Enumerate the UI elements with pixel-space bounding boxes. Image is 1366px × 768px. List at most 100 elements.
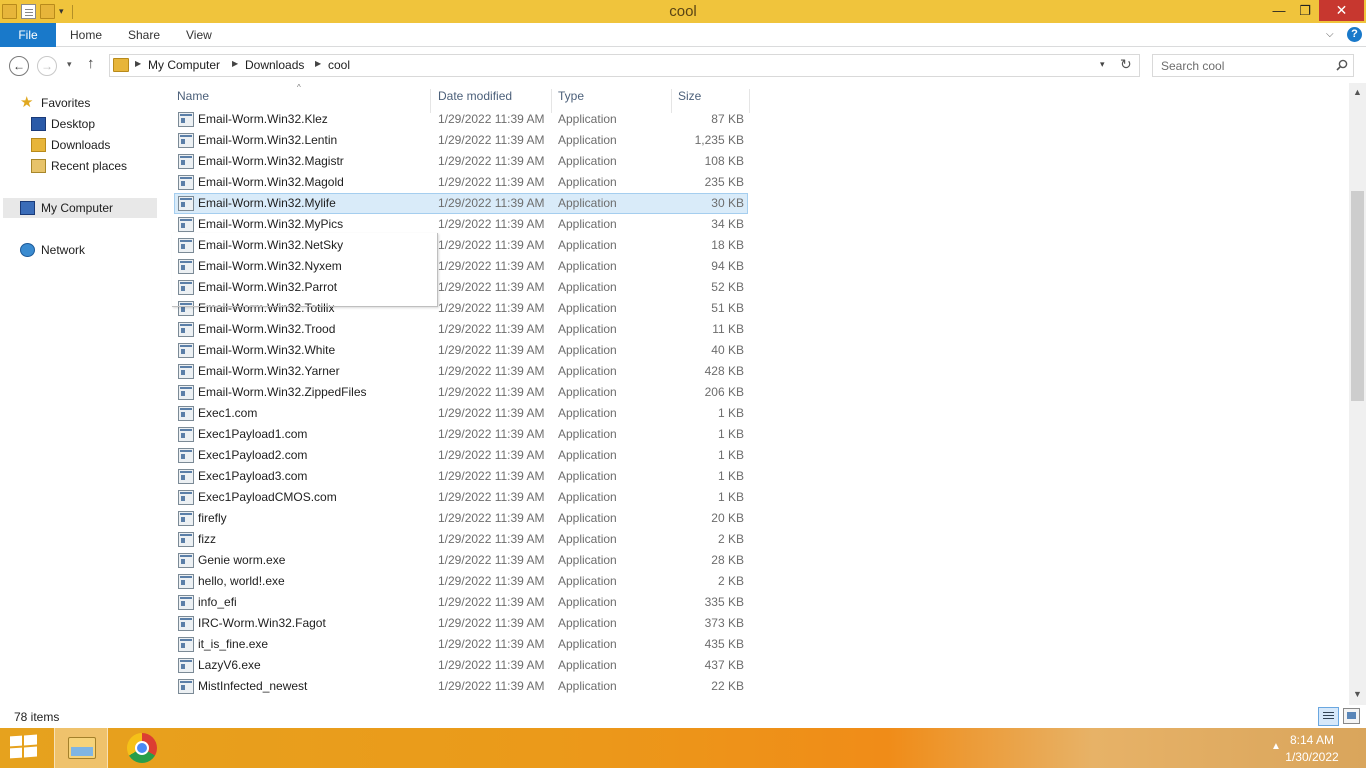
- start-button[interactable]: [10, 734, 38, 760]
- file-row[interactable]: fizz 1/29/2022 11:39 AM Application 2 KB: [160, 529, 750, 550]
- file-date-modified: 1/29/2022 11:39 AM: [438, 637, 545, 651]
- file-row[interactable]: IRC-Worm.Win32.Fagot 1/29/2022 11:39 AM Ap…: [160, 613, 750, 634]
- file-row[interactable]: hello, world!.exe 1/29/2022 11:39 AM Appli…: [160, 571, 750, 592]
- file-date-modified: 1/29/2022 11:39 AM: [438, 658, 545, 672]
- file-size: 52 KB: [711, 280, 744, 294]
- shortcut-icon: [178, 217, 194, 232]
- address-history-dropdown-icon[interactable]: ▾: [1100, 59, 1105, 70]
- scroll-down-icon[interactable]: ▼: [1349, 689, 1366, 699]
- file-row[interactable]: firefly 1/29/2022 11:39 AM Application 20 K…: [160, 508, 750, 529]
- file-date-modified: 1/29/2022 11:39 AM: [438, 154, 545, 168]
- file-row[interactable]: LazyV6.exe 1/29/2022 11:39 AM Application 4…: [160, 655, 750, 676]
- breadcrumb-my-computer[interactable]: My Computer: [148, 58, 220, 72]
- file-row[interactable]: it_is_fine.exe 1/29/2022 11:39 AM Applicat…: [160, 634, 750, 655]
- file-row[interactable]: Genie worm.exe 1/29/2022 11:39 AM Applicat…: [160, 550, 750, 571]
- breadcrumb-separator-icon[interactable]: ▶: [232, 59, 238, 68]
- file-name: Exec1Payload1.com: [198, 427, 308, 441]
- clock-date[interactable]: 1/30/2022: [1280, 750, 1344, 764]
- file-date-modified: 1/29/2022 11:39 AM: [438, 343, 545, 357]
- file-row[interactable]: Email-Worm.Win32.Nyxem 1/29/2022 11:39 AM…: [160, 256, 750, 277]
- taskbar-file-explorer[interactable]: [54, 728, 108, 768]
- file-row[interactable]: Email-Worm.Win32.Klez 1/29/2022 11:39 AM A…: [160, 109, 750, 130]
- breadcrumb-downloads[interactable]: Downloads: [245, 58, 304, 72]
- clock-time[interactable]: 8:14 AM: [1280, 733, 1344, 747]
- vertical-scrollbar[interactable]: ▲ ▼: [1349, 83, 1366, 705]
- expand-ribbon-icon[interactable]: ⌵: [1326, 23, 1334, 47]
- file-type: Application: [558, 154, 617, 168]
- file-row[interactable]: MistInfected_newest 1/29/2022 11:39 AM App…: [160, 676, 750, 697]
- file-row[interactable]: Email-Worm.Win32.Yarner 1/29/2022 11:39 A…: [160, 361, 750, 382]
- file-row[interactable]: Email-Worm.Win32.Parrot 1/29/2022 11:39 A…: [160, 277, 750, 298]
- window-title: cool: [669, 3, 697, 20]
- close-button[interactable]: ✕: [1319, 0, 1364, 21]
- file-type: Application: [558, 427, 617, 441]
- file-date-modified: 1/29/2022 11:39 AM: [438, 616, 545, 630]
- file-type: Application: [558, 469, 617, 483]
- up-button[interactable]: ↑: [87, 55, 95, 72]
- back-button[interactable]: ←: [9, 56, 29, 76]
- breadcrumb-separator-icon[interactable]: ▶: [315, 59, 321, 68]
- search-icon[interactable]: [1336, 59, 1348, 71]
- breadcrumb-separator-icon[interactable]: ▶: [135, 59, 141, 68]
- file-row[interactable]: Email-Worm.Win32.Totilix 1/29/2022 11:39 …: [160, 298, 750, 319]
- file-type: Application: [558, 301, 617, 315]
- file-row[interactable]: Email-Worm.Win32.ZippedFiles 1/29/2022 11…: [160, 382, 750, 403]
- file-row[interactable]: Exec1Payload1.com 1/29/2022 11:39 AM Appli…: [160, 424, 750, 445]
- tab-share[interactable]: Share: [128, 23, 160, 47]
- sidebar-item-my-computer[interactable]: My Computer: [3, 198, 157, 218]
- file-type: Application: [558, 280, 617, 294]
- maximize-button[interactable]: ❐: [1292, 0, 1318, 21]
- file-row[interactable]: Email-Worm.Win32.Lentin 1/29/2022 11:39 A…: [160, 130, 750, 151]
- forward-button[interactable]: →: [37, 56, 57, 76]
- file-row[interactable]: Exec1.com 1/29/2022 11:39 AM Application 1 …: [160, 403, 750, 424]
- file-name: Genie worm.exe: [198, 553, 286, 567]
- scroll-up-icon[interactable]: ▲: [1349, 87, 1366, 97]
- file-type: Application: [558, 217, 617, 231]
- item-count: 78 items: [14, 710, 60, 724]
- file-list[interactable]: ^ Name Date modified Type Size Email-Wor…: [160, 83, 1349, 705]
- scrollbar-thumb[interactable]: [1351, 191, 1364, 401]
- file-date-modified: 1/29/2022 11:39 AM: [438, 133, 545, 147]
- file-size: 108 KB: [704, 154, 744, 168]
- sidebar-item-label: Desktop: [51, 117, 96, 131]
- details-view-icon[interactable]: [1318, 707, 1339, 726]
- file-size: 28 KB: [711, 553, 744, 567]
- file-row[interactable]: info_efi 1/29/2022 11:39 AM Application 335…: [160, 592, 750, 613]
- refresh-icon[interactable]: ↻: [1120, 56, 1132, 73]
- sidebar-item-desktop[interactable]: Desktop: [0, 114, 158, 134]
- recent-locations-dropdown-icon[interactable]: ▾: [67, 59, 72, 70]
- file-row[interactable]: Email-Worm.Win32.Magold 1/29/2022 11:39 A…: [160, 172, 750, 193]
- file-size: 22 KB: [711, 679, 744, 693]
- search-input[interactable]: [1153, 55, 1333, 76]
- file-row[interactable]: Email-Worm.Win32.Trood 1/29/2022 11:39 AM…: [160, 319, 750, 340]
- file-type: Application: [558, 259, 617, 273]
- file-size: 51 KB: [711, 301, 744, 315]
- file-row[interactable]: Exec1Payload2.com 1/29/2022 11:39 AM Appli…: [160, 445, 750, 466]
- file-row[interactable]: Email-Worm.Win32.MyPics 1/29/2022 11:39 A…: [160, 214, 750, 235]
- large-icons-view-icon[interactable]: [1343, 708, 1360, 724]
- file-date-modified: 1/29/2022 11:39 AM: [438, 364, 545, 378]
- application-icon: [178, 112, 194, 127]
- file-row[interactable]: Exec1PayloadCMOS.com 1/29/2022 11:39 AM Ap…: [160, 487, 750, 508]
- address-bar[interactable]: ▶ My Computer ▶ Downloads ▶ cool ▾ ↻: [109, 54, 1140, 77]
- file-row[interactable]: Email-Worm.Win32.NetSky 1/29/2022 11:39 A…: [160, 235, 750, 256]
- sidebar-item-favorites[interactable]: ★ Favorites: [0, 93, 158, 113]
- chrome-icon[interactable]: [127, 733, 157, 763]
- sidebar-item-downloads[interactable]: Downloads: [0, 135, 158, 155]
- minimize-button[interactable]: —: [1266, 0, 1292, 21]
- sidebar-item-network[interactable]: Network: [0, 240, 158, 260]
- help-icon[interactable]: ?: [1347, 27, 1362, 42]
- search-box[interactable]: [1152, 54, 1354, 77]
- file-row[interactable]: Email-Worm.Win32.White 1/29/2022 11:39 AM…: [160, 340, 750, 361]
- file-row[interactable]: Exec1Payload3.com 1/29/2022 11:39 AM Appli…: [160, 466, 750, 487]
- breadcrumb-cool[interactable]: cool: [328, 58, 350, 72]
- application-icon: [178, 427, 194, 442]
- tab-file[interactable]: File: [0, 23, 56, 47]
- file-row[interactable]: Email-Worm.Win32.Magistr 1/29/2022 11:39 …: [160, 151, 750, 172]
- file-name: info_efi: [198, 595, 237, 609]
- file-row[interactable]: Email-Worm.Win32.Mylife 1/29/2022 11:39 A…: [160, 193, 750, 214]
- sidebar-item-recent-places[interactable]: Recent places: [0, 156, 158, 176]
- tab-view[interactable]: View: [186, 23, 212, 47]
- tab-home[interactable]: Home: [70, 23, 102, 47]
- windows-logo-icon: [10, 735, 22, 747]
